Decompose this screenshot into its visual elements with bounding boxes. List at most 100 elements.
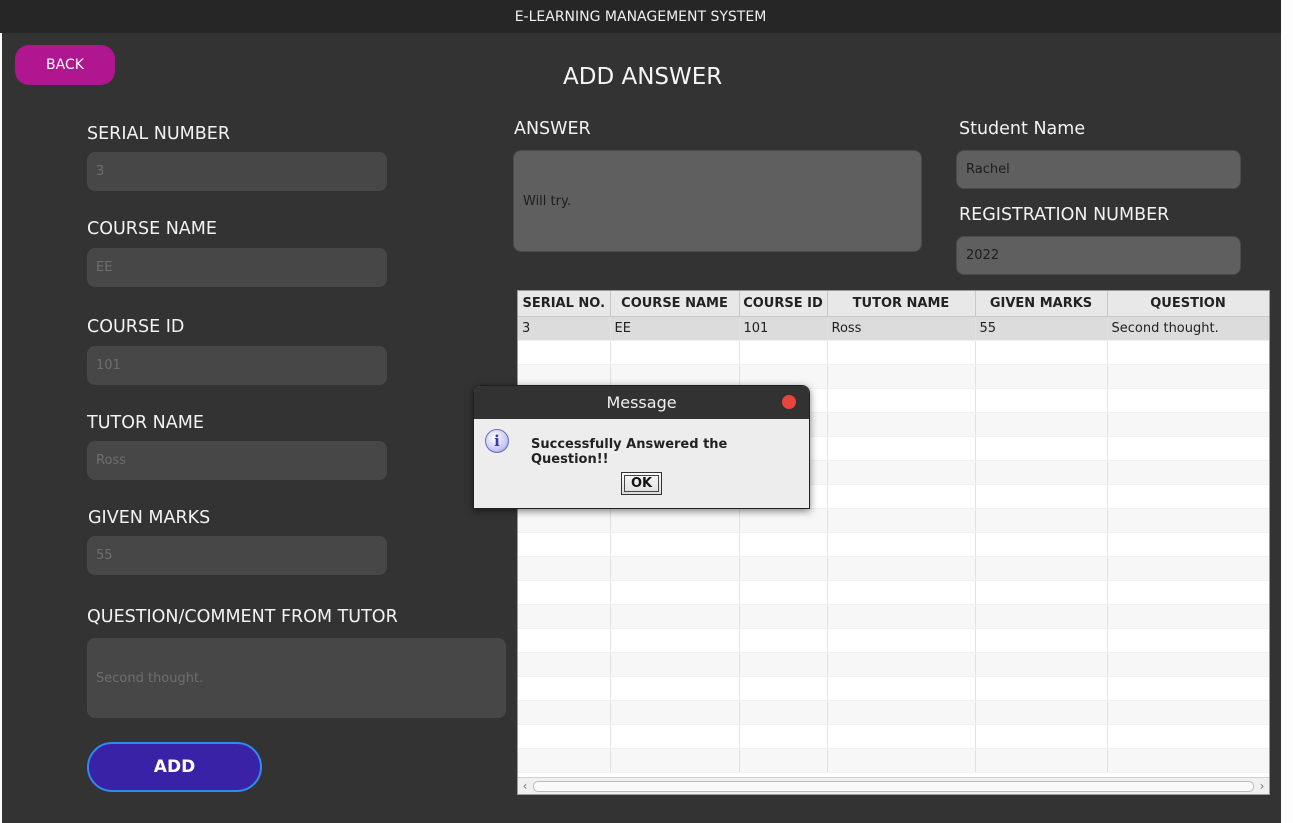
table-cell <box>975 364 1108 389</box>
column-header[interactable]: TUTOR NAME <box>827 291 976 317</box>
column-header[interactable]: COURSE NAME <box>610 291 740 317</box>
table-cell <box>610 508 740 533</box>
table-cell <box>827 460 976 485</box>
registration-number-field[interactable]: 2022 <box>956 236 1241 275</box>
table-cell <box>1107 412 1269 437</box>
tutor-name-field[interactable]: Ross <box>87 441 387 480</box>
table-cell <box>739 508 828 533</box>
question-label: QUESTION/COMMENT FROM TUTOR <box>87 607 398 627</box>
empty-table-row[interactable] <box>518 556 1269 581</box>
empty-table-row[interactable] <box>518 652 1269 677</box>
table-cell <box>610 676 740 701</box>
table-cell <box>827 652 976 677</box>
table-cell <box>827 700 976 725</box>
empty-table-row[interactable] <box>518 340 1269 365</box>
table-cell <box>975 748 1108 773</box>
registration-number-label: REGISTRATION NUMBER <box>959 205 1170 225</box>
table-cell <box>975 508 1108 533</box>
table-cell <box>975 676 1108 701</box>
serial-number-field[interactable]: 3 <box>87 152 387 191</box>
student-name-field[interactable]: Rachel <box>956 150 1241 189</box>
student-name-label: Student Name <box>959 119 1086 139</box>
table-cell <box>518 340 611 365</box>
table-cell <box>610 604 740 629</box>
table-cell <box>827 604 976 629</box>
table-cell <box>827 628 976 653</box>
answers-table[interactable]: SERIAL NO. COURSE NAME COURSE ID TUTOR N… <box>517 290 1270 795</box>
table-cell: 3 <box>518 316 611 341</box>
table-cell <box>827 580 976 605</box>
table-cell: Ross <box>827 316 976 341</box>
column-header[interactable]: SERIAL NO. <box>518 291 611 317</box>
table-cell <box>739 604 828 629</box>
given-marks-field[interactable]: 55 <box>87 536 387 575</box>
table-cell <box>827 484 976 509</box>
empty-table-row[interactable] <box>518 676 1269 701</box>
scroll-right-icon[interactable]: › <box>1255 778 1269 794</box>
table-cell <box>610 340 740 365</box>
empty-table-row[interactable] <box>518 628 1269 653</box>
tutor-name-label: TUTOR NAME <box>87 413 204 433</box>
scrollbar-thumb[interactable] <box>533 781 1254 792</box>
table-cell <box>518 652 611 677</box>
column-header[interactable]: QUESTION <box>1107 291 1269 317</box>
course-name-field[interactable]: EE <box>87 248 387 287</box>
answer-label: ANSWER <box>514 119 591 139</box>
table-cell <box>975 484 1108 509</box>
horizontal-scrollbar[interactable]: ‹ › <box>518 777 1269 794</box>
table-cell <box>827 724 976 749</box>
empty-table-row[interactable] <box>518 700 1269 725</box>
table-cell <box>518 532 611 557</box>
page-title: ADD ANSWER <box>563 64 723 90</box>
table-cell <box>827 556 976 581</box>
add-button[interactable]: ADD <box>87 742 262 792</box>
table-cell <box>975 724 1108 749</box>
question-field[interactable]: Second thought. <box>87 638 506 718</box>
empty-table-row[interactable] <box>518 604 1269 629</box>
table-cell <box>1107 340 1269 365</box>
column-header[interactable]: GIVEN MARKS <box>975 291 1108 317</box>
table-cell <box>975 532 1108 557</box>
table-cell <box>827 388 976 413</box>
table-cell <box>975 388 1108 413</box>
table-cell: 101 <box>739 316 828 341</box>
table-cell <box>739 556 828 581</box>
table-cell <box>975 628 1108 653</box>
table-cell <box>610 628 740 653</box>
table-cell <box>518 724 611 749</box>
empty-table-row[interactable] <box>518 748 1269 773</box>
table-cell <box>975 436 1108 461</box>
table-cell <box>1107 484 1269 509</box>
table-cell <box>1107 388 1269 413</box>
table-cell: EE <box>610 316 740 341</box>
close-icon[interactable] <box>782 395 796 409</box>
answer-field[interactable]: Will try. <box>513 150 922 252</box>
info-icon: i <box>485 429 509 453</box>
ok-button[interactable]: OK <box>621 472 662 495</box>
dialog-titlebar: Message <box>474 386 809 419</box>
scroll-left-icon[interactable]: ‹ <box>518 778 532 794</box>
dialog-message: Successfully Answered the Question!! <box>531 437 728 467</box>
table-cell <box>1107 460 1269 485</box>
table-cell <box>739 748 828 773</box>
course-id-field[interactable]: 101 <box>87 346 387 385</box>
table-cell <box>518 676 611 701</box>
table-cell <box>975 652 1108 677</box>
back-button[interactable]: BACK <box>15 45 115 85</box>
table-cell <box>975 556 1108 581</box>
table-row[interactable]: 3 EE 101 Ross 55 Second thought. <box>518 316 1269 341</box>
table-cell <box>1107 652 1269 677</box>
table-cell <box>518 748 611 773</box>
table-cell <box>1107 604 1269 629</box>
empty-table-row[interactable] <box>518 508 1269 533</box>
table-cell <box>827 412 976 437</box>
table-cell <box>827 676 976 701</box>
empty-table-row[interactable] <box>518 580 1269 605</box>
empty-table-row[interactable] <box>518 724 1269 749</box>
dialog-title: Message <box>606 393 677 412</box>
table-cell <box>610 724 740 749</box>
empty-table-row[interactable] <box>518 532 1269 557</box>
column-header[interactable]: COURSE ID <box>739 291 828 317</box>
table-cell <box>610 748 740 773</box>
table-cell <box>739 340 828 365</box>
